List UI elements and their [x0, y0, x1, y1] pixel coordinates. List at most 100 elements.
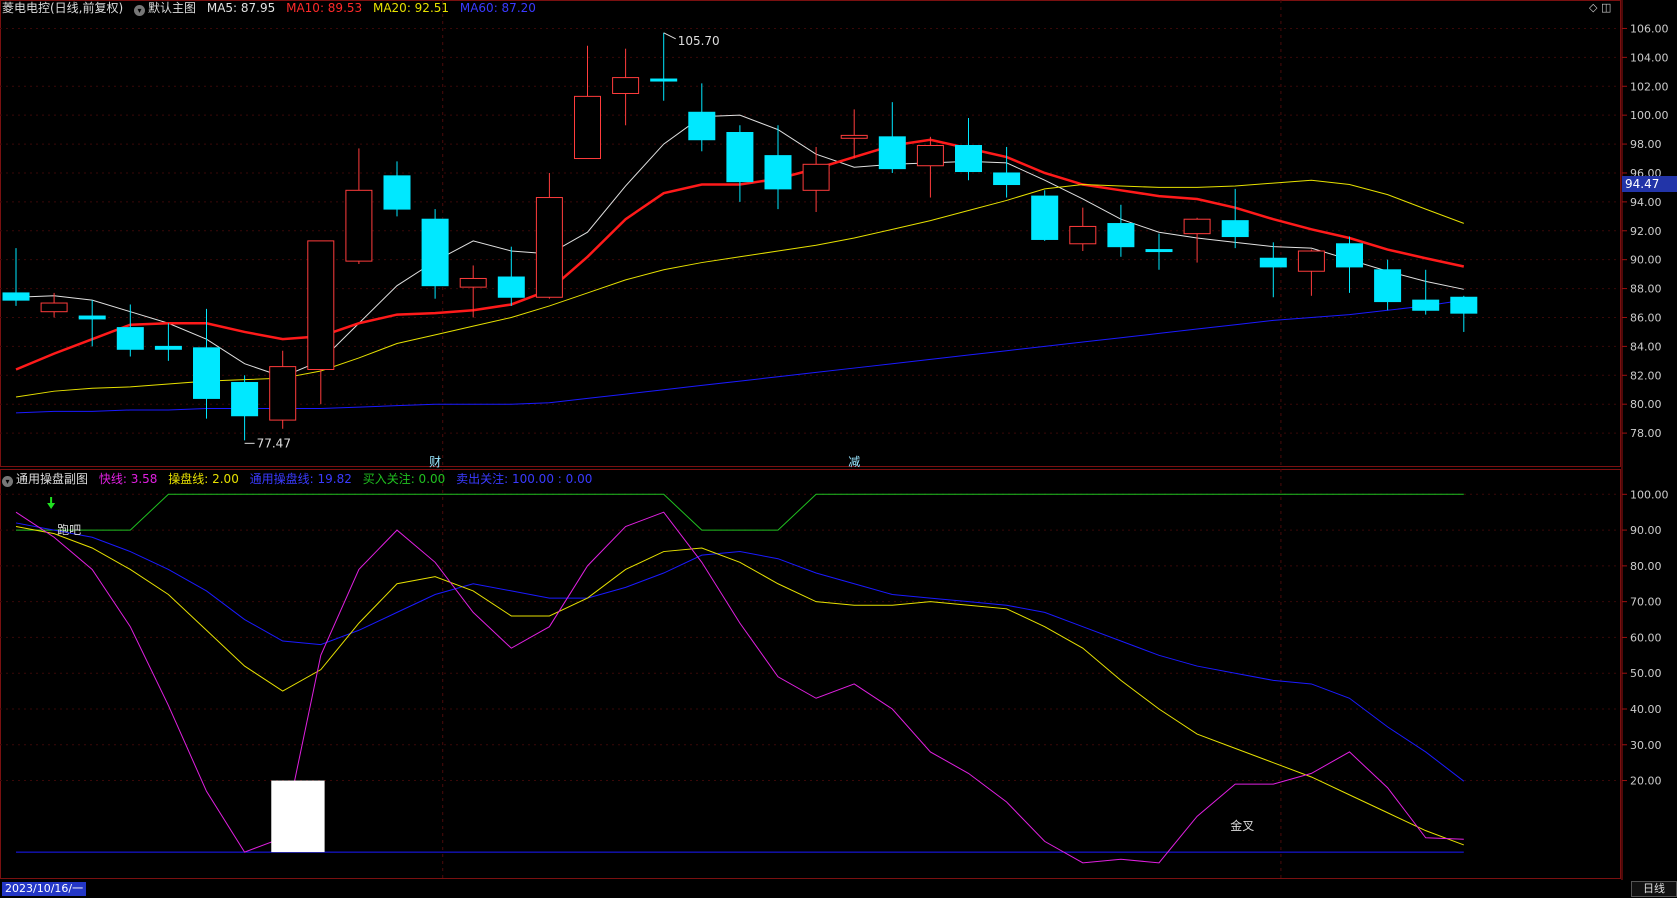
candle-body	[1183, 218, 1211, 235]
candle-down	[78, 300, 106, 347]
price-tick-label: 102.00	[1630, 80, 1669, 93]
sell-line	[16, 493, 1464, 531]
sub-tick-label: 100.00	[1630, 488, 1669, 501]
candle-down	[231, 375, 259, 441]
dropdown-circle-icon[interactable]: ▾	[2, 476, 13, 487]
price-tick-label: 78.00	[1630, 427, 1662, 440]
candle-body	[1336, 243, 1363, 268]
candle-down	[1374, 259, 1402, 311]
candle-body	[726, 132, 754, 183]
main-chart-header: 菱电电控(日线,前复权) ▾ 默认主图 MA5: 87.95 MA10: 89.5…	[2, 0, 543, 16]
kline-chart-canvas[interactable]: 106.00104.00102.00100.0098.0096.0094.009…	[0, 0, 1677, 880]
candle-down	[688, 83, 716, 152]
fast-line	[15, 511, 1464, 864]
ma5-value: MA5: 87.95	[206, 1, 276, 15]
fast-line-value: 快线: 3.58	[98, 472, 158, 486]
candle-body	[1221, 220, 1249, 238]
candle-body	[1069, 225, 1097, 245]
price-tick-label: 80.00	[1630, 398, 1662, 411]
golden-cross-label: 金叉	[1230, 818, 1254, 833]
high-pointer	[663, 32, 676, 40]
candle-body	[1297, 250, 1325, 272]
candle-up	[307, 240, 335, 405]
candle-up	[802, 146, 830, 212]
layout-toggle-icon[interactable]: ◇ ◫	[1589, 1, 1611, 14]
candle-body	[2, 292, 30, 301]
candle-body	[1145, 249, 1173, 253]
candle-body	[116, 327, 144, 350]
candle-body	[459, 277, 487, 288]
run-signal-label: 跑吧	[57, 523, 81, 537]
candle-up	[916, 136, 944, 198]
sub-tick-label: 90.00	[1630, 524, 1662, 537]
candle-down	[116, 304, 144, 357]
sub-chart-header: ▾ 通用操盘副图 快线: 3.58 操盘线: 2.00 通用操盘线: 19.82 …	[2, 471, 599, 487]
candle-down	[154, 323, 182, 361]
candle-body	[955, 145, 982, 173]
stock-title[interactable]: 菱电电控(日线,前复权)	[2, 1, 123, 15]
ma60-value: MA60: 87.20	[459, 1, 536, 15]
candle-body	[193, 347, 220, 399]
buy-attention-value: 买入关注: 0.00	[362, 472, 446, 486]
candle-body	[1412, 299, 1440, 311]
sub-tick-label: 20.00	[1630, 775, 1662, 788]
candle-down	[1107, 204, 1135, 257]
candle-body	[802, 163, 830, 191]
candle-body	[574, 95, 601, 160]
sub-indicator-name[interactable]: 通用操盘副图	[16, 472, 88, 486]
price-tick-label: 86.00	[1630, 311, 1662, 324]
candle-body	[764, 155, 792, 190]
candle-down	[383, 161, 411, 217]
sub-tick-label: 40.00	[1630, 703, 1662, 716]
candle-body	[231, 382, 259, 417]
price-tick-label: 92.00	[1630, 225, 1662, 238]
down-arrow-head-icon	[47, 503, 56, 509]
candle-body	[916, 145, 944, 167]
sub-panel-frame	[0, 469, 1621, 879]
candle-down	[1336, 236, 1363, 293]
candle-body	[421, 218, 449, 287]
operate-line	[15, 526, 1464, 846]
candle-body	[535, 197, 563, 298]
candle-body	[345, 189, 373, 262]
price-tick-label: 94.00	[1630, 196, 1662, 209]
event-mark: 财	[429, 455, 441, 469]
low-price-label: 77.47	[257, 436, 291, 450]
high-price-label: 105.70	[678, 34, 720, 48]
candle-body	[1374, 269, 1402, 303]
candle-body	[269, 366, 297, 421]
sub-tick-label: 30.00	[1630, 739, 1662, 752]
price-tick-label: 98.00	[1630, 138, 1662, 151]
candle-down	[955, 118, 982, 181]
candle-body	[383, 175, 411, 210]
candle-up	[535, 172, 563, 299]
candle-body	[154, 345, 182, 350]
price-tick-label: 84.00	[1630, 340, 1662, 353]
operate-line-value: 操盘线: 2.00	[168, 472, 239, 486]
candle-down	[1145, 233, 1173, 270]
price-tick-label: 82.00	[1630, 369, 1662, 382]
candle-body	[840, 134, 868, 139]
candle-down	[1412, 269, 1440, 315]
period-button[interactable]: 日线	[1631, 881, 1677, 897]
event-mark: 减	[848, 455, 860, 469]
candle-down	[764, 125, 792, 210]
ma10-value: MA10: 89.53	[286, 1, 363, 15]
general-line-value: 通用操盘线: 19.82	[249, 472, 352, 486]
general-line	[15, 522, 1465, 782]
candle-body	[878, 136, 906, 170]
price-tick-label: 104.00	[1630, 51, 1669, 64]
price-tick-label: 88.00	[1630, 283, 1662, 296]
sell-attention-value: 卖出关注: 100.00 : 0.00	[456, 472, 593, 486]
candle-body	[688, 111, 716, 141]
candle-up	[1183, 217, 1211, 263]
dropdown-circle-icon[interactable]: ▾	[134, 5, 146, 16]
candle-up	[345, 148, 373, 265]
main-indicator-name[interactable]: 默认主图	[148, 1, 196, 15]
current-price-flag: 94.47	[1622, 176, 1677, 192]
candle-down	[1259, 242, 1287, 298]
candle-up	[574, 45, 601, 160]
candle-body	[612, 77, 640, 94]
bottom-bar	[0, 880, 1677, 898]
date-indicator: 2023/10/16/一	[2, 882, 87, 896]
